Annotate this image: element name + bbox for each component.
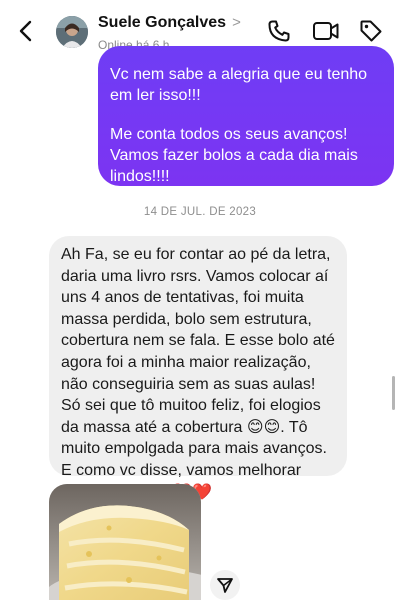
incoming-message-bubble[interactable]: Ah Fa, se eu for contar ao pé da letra, … <box>49 236 347 501</box>
date-separator: 14 DE JUL. DE 2023 <box>143 206 257 218</box>
back-arrow-icon[interactable] <box>14 18 40 44</box>
avatar[interactable] <box>56 16 88 48</box>
phone-icon[interactable] <box>266 18 292 44</box>
contact-name-row[interactable]: Suele Gonçalves > <box>98 14 241 32</box>
cake-photo-image <box>49 484 201 600</box>
contact-name[interactable]: Suele Gonçalves <box>98 14 226 31</box>
smiling-face-emoji: 😊😊 <box>246 418 281 436</box>
chevron-right-icon: > <box>232 14 241 31</box>
outgoing-message-bubble[interactable]: Vc nem sabe a alegria que eu tenho em le… <box>98 46 394 186</box>
message-text: Ah Fa, se eu for contar ao pé da letra, … <box>61 246 335 436</box>
message-text: Me conta todos os seus avanços! Vamos fa… <box>110 126 358 185</box>
share-button[interactable] <box>210 570 240 600</box>
video-call-icon[interactable] <box>312 18 339 44</box>
send-arrow-icon <box>217 578 233 593</box>
scrollbar[interactable] <box>392 376 395 410</box>
cake-photo-message[interactable] <box>49 484 201 600</box>
message-text: Vc nem sabe a alegria que eu tenho em le… <box>110 66 368 104</box>
tag-icon[interactable] <box>358 18 384 44</box>
